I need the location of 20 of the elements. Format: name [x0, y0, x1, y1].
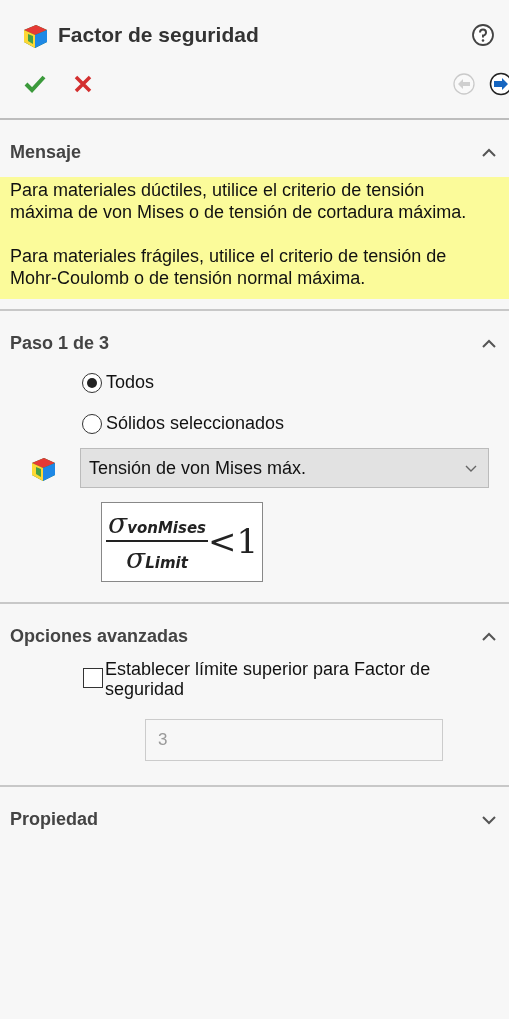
- chevron-down-icon[interactable]: [481, 814, 497, 825]
- message-text: Para materiales dúctiles, utilice el criterio de tensión máxima de von Mises o de tensión de cortadura máxima.: [10, 179, 468, 223]
- section-header[interactable]: Propiedad: [0, 787, 509, 840]
- next-button[interactable]: [489, 72, 509, 96]
- section-header[interactable]: Opciones avanzadas: [0, 604, 509, 657]
- radio-option[interactable]: Sólidos seleccionados: [82, 413, 509, 434]
- window-title: Factor de seguridad: [58, 23, 260, 47]
- chevron-up-icon[interactable]: [481, 338, 497, 349]
- ok-button[interactable]: [24, 74, 46, 94]
- section-header[interactable]: Paso 1 de 3: [0, 311, 509, 364]
- radio-option[interactable]: Todos: [82, 372, 509, 393]
- checkbox-option[interactable]: Establecer límite superior para Factor de seguridad: [0, 657, 463, 699]
- caret-icon[interactable]: [464, 463, 478, 473]
- chevron-up-icon[interactable]: [481, 147, 497, 158]
- help-icon[interactable]: [471, 23, 495, 47]
- cancel-button[interactable]: [74, 75, 92, 93]
- chevron-up-icon[interactable]: [481, 631, 497, 642]
- message-text: Para materiales frágiles, utilice el criterio de tensión de Mohr-Coulomb o de tensión normal máxima.: [10, 245, 448, 289]
- section-header[interactable]: Mensaje: [0, 120, 509, 173]
- criterion-dropdown[interactable]: Tensión de von Mises máx.: [80, 448, 489, 488]
